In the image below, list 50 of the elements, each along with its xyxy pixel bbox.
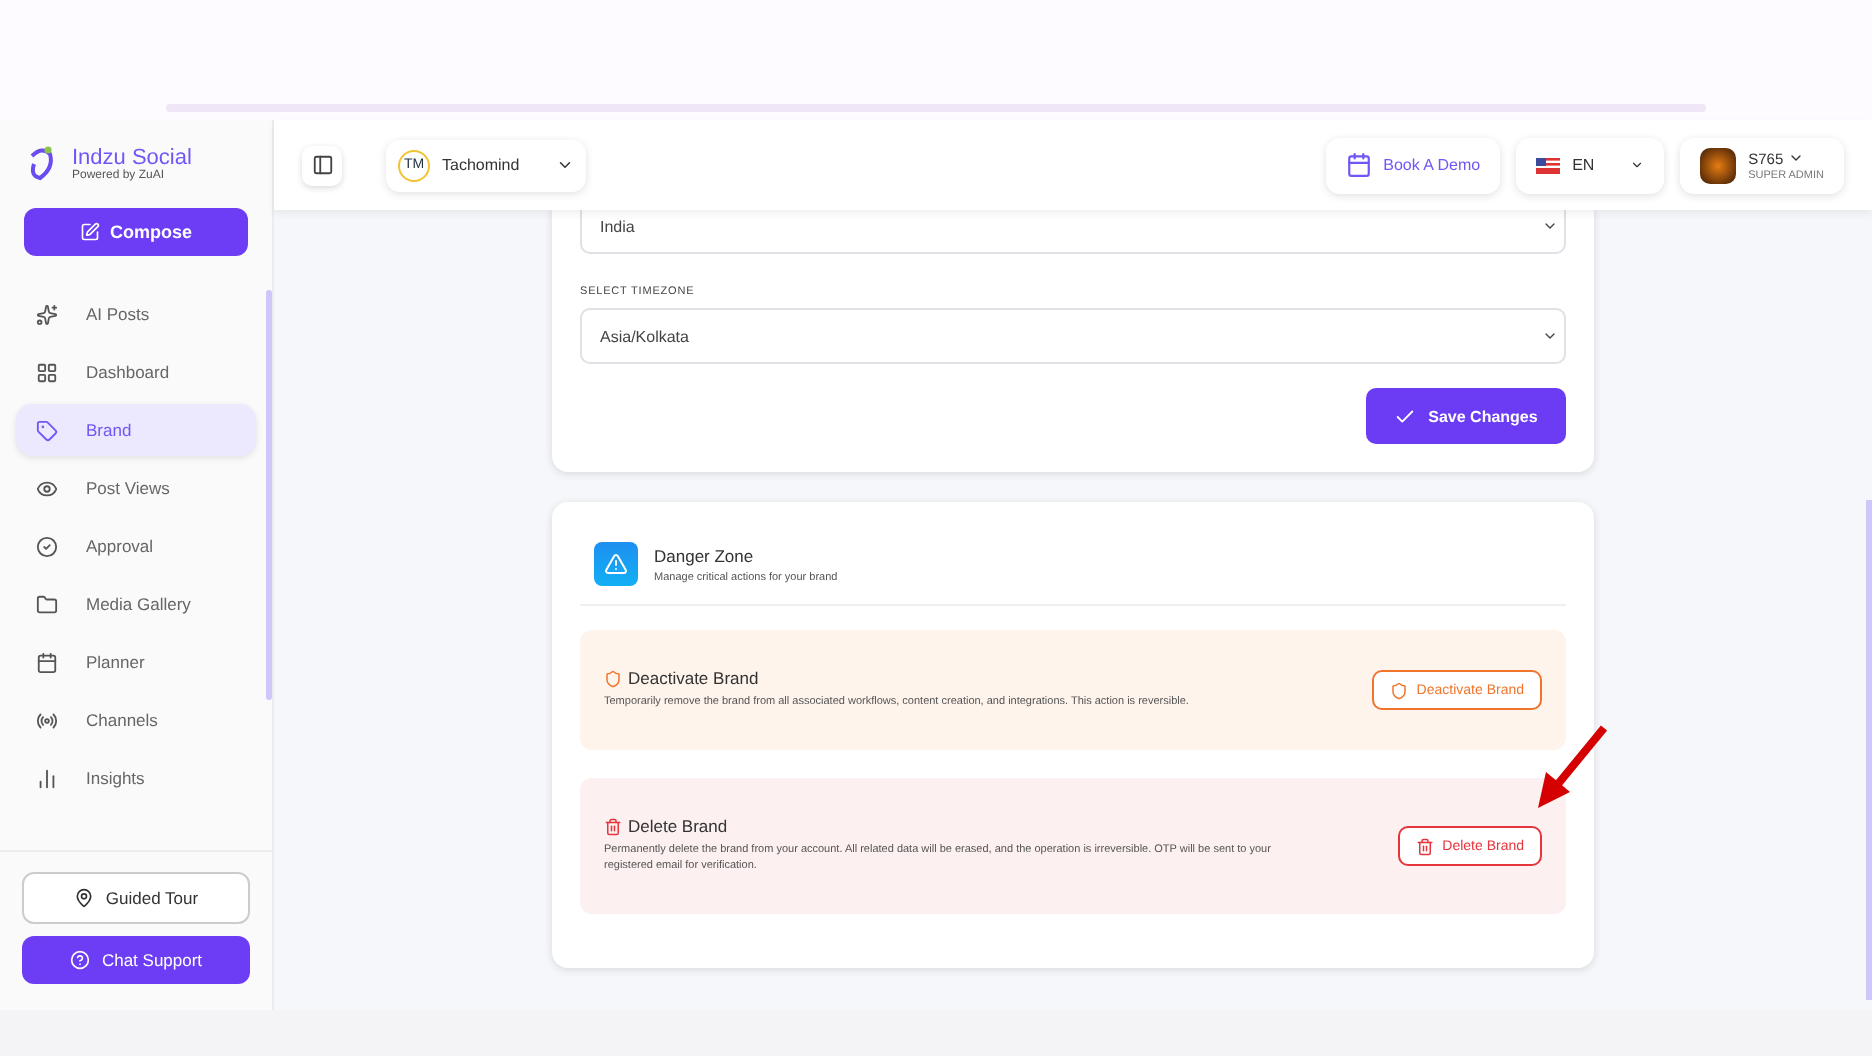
- sidebar-toggle-button[interactable]: [302, 145, 342, 185]
- chevron-down-icon: [556, 156, 574, 174]
- check-icon: [1394, 405, 1417, 427]
- shield-icon: [604, 669, 622, 688]
- nav-item[interactable]: Planner: [16, 636, 256, 688]
- calendar-icon: [36, 651, 58, 673]
- flag-icon: [1536, 157, 1561, 173]
- eye-icon: [36, 477, 58, 499]
- action-title: Deactivate Brand: [628, 668, 759, 689]
- warning-icon: [594, 542, 638, 586]
- bar-chart-icon: [36, 767, 58, 789]
- timezone-select[interactable]: Asia/Kolkata: [580, 308, 1566, 364]
- section-title: Danger Zone: [654, 545, 756, 565]
- book-demo-button[interactable]: Book A Demo: [1325, 137, 1501, 193]
- check-circle-icon: [36, 535, 58, 557]
- nav-item[interactable]: Dashboard: [16, 346, 256, 398]
- broadcast-icon: [36, 709, 58, 731]
- folder-icon: [36, 593, 58, 615]
- nav-item[interactable]: Insights: [16, 752, 256, 804]
- nav-item[interactable]: AI Posts: [16, 288, 256, 340]
- nav-item[interactable]: Channels: [16, 694, 256, 746]
- annotation-arrow: [1534, 724, 1610, 812]
- chevron-down-icon: [1787, 150, 1804, 166]
- nav-item[interactable]: Brand: [16, 404, 256, 456]
- trash-icon: [1416, 837, 1435, 855]
- trash-icon: [604, 817, 622, 836]
- nav-item[interactable]: Post Views: [16, 462, 256, 514]
- country-select[interactable]: India: [580, 210, 1566, 254]
- chat-support-button[interactable]: Chat Support: [22, 936, 250, 984]
- help-icon: [69, 950, 90, 970]
- caret-icon: [1630, 158, 1645, 172]
- guided-tour-button[interactable]: Guided Tour: [22, 872, 250, 924]
- nav-item[interactable]: Media Gallery: [16, 578, 256, 630]
- save-changes-button[interactable]: Save Changes: [1366, 388, 1566, 444]
- nav-item[interactable]: Approval: [16, 520, 256, 572]
- tag-icon: [36, 419, 58, 441]
- chevron-down-icon: [1542, 218, 1558, 234]
- sparkles-icon: [36, 303, 58, 325]
- language-selector[interactable]: EN: [1516, 137, 1665, 193]
- action-title: Delete Brand: [628, 816, 728, 837]
- compose-button[interactable]: Compose: [24, 208, 248, 256]
- grid-icon: [36, 361, 58, 383]
- map-pin-icon: [73, 888, 94, 908]
- brand-name: Indzu Social: [72, 146, 192, 170]
- shield-icon: [1390, 681, 1409, 699]
- edit-icon: [79, 222, 100, 242]
- avatar: [1700, 147, 1737, 183]
- calendar-icon: [1345, 152, 1372, 178]
- panel-icon: [311, 154, 333, 176]
- chevron-down-icon: [1542, 328, 1558, 344]
